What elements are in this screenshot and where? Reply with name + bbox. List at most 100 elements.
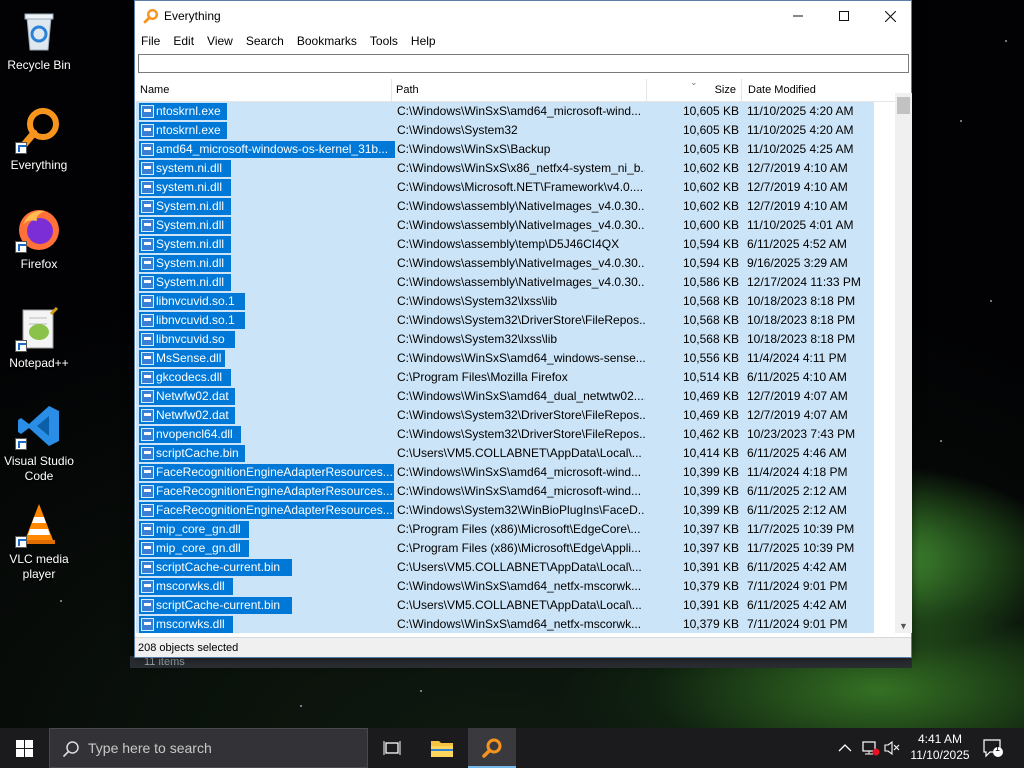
file-row[interactable]: amd64_microsoft-windows-os-kernel_31b...… <box>136 140 896 159</box>
file-row[interactable]: mscorwks.dll C:\Windows\WinSxS\amd64_netf… <box>136 615 896 633</box>
file-date-modified: 11/10/2025 4:25 AM <box>747 142 854 156</box>
file-row[interactable]: FaceRecognitionEngineAdapterResources...… <box>136 463 896 482</box>
file-date-modified: 10/18/2023 8:18 PM <box>747 313 856 327</box>
menu-search[interactable]: Search <box>246 34 284 48</box>
file-size: 10,602 KB <box>682 180 739 194</box>
file-name: mip_core_gn.dll <box>156 522 241 536</box>
recycle-bin-icon <box>15 6 63 54</box>
file-row[interactable]: libnvcuvid.so.1 C:\Windows\System32\lxss\… <box>136 292 896 311</box>
vertical-scrollbar[interactable]: ▼ <box>895 93 912 633</box>
volume-button[interactable] <box>884 728 900 768</box>
file-path: C:\Windows\assembly\NativeImages_v4.0.30… <box>397 275 645 289</box>
file-row[interactable]: libnvcuvid.so.1 C:\Windows\System32\Drive… <box>136 311 896 330</box>
desktop-icon-vlc[interactable]: VLC media player <box>2 500 76 582</box>
file-path: C:\Windows\System32\lxss\lib <box>397 294 558 308</box>
file-row[interactable]: System.ni.dll C:\Windows\assembly\NativeI… <box>136 216 896 235</box>
column-header-path[interactable]: Path <box>392 79 647 101</box>
file-row[interactable]: system.ni.dll C:\Windows\WinSxS\x86_netfx… <box>136 159 896 178</box>
action-center-button[interactable]: 1 <box>982 728 1004 768</box>
column-header-date-modified[interactable]: Date Modified <box>742 79 896 101</box>
file-row[interactable]: Netwfw02.dat C:\Windows\System32\DriverSt… <box>136 406 896 425</box>
file-row[interactable]: mip_core_gn.dll C:\Program Files (x86)\Mi… <box>136 539 896 558</box>
minimize-button[interactable] <box>775 1 821 31</box>
desktop-icon-label: Visual Studio Code <box>4 454 74 483</box>
file-row[interactable]: MsSense.dll C:\Windows\WinSxS\amd64_windo… <box>136 349 896 368</box>
file-path: C:\Windows\WinSxS\amd64_dual_netwtw02...… <box>397 389 645 403</box>
file-explorer-button[interactable] <box>418 728 466 768</box>
file-name: MsSense.dll <box>156 351 222 365</box>
file-row[interactable]: gkcodecs.dll C:\Program Files\Mozilla Fir… <box>136 368 896 387</box>
file-date-modified: 11/4/2024 4:18 PM <box>747 465 848 479</box>
file-path: C:\Windows\WinSxS\amd64_windows-sense... <box>397 351 645 365</box>
scroll-down-arrow-icon[interactable]: ▼ <box>899 621 908 631</box>
file-row[interactable]: mip_core_gn.dll C:\Program Files (x86)\Mi… <box>136 520 896 539</box>
start-button[interactable] <box>0 728 48 768</box>
search-input[interactable] <box>138 54 909 73</box>
file-path: C:\Windows\WinSxS\amd64_microsoft-wind..… <box>397 104 642 118</box>
menu-bookmarks[interactable]: Bookmarks <box>297 34 357 48</box>
everything-taskbar-button[interactable] <box>468 728 516 768</box>
file-path: C:\Windows\WinSxS\amd64_netfx-mscorwk... <box>397 579 642 593</box>
task-view-button[interactable] <box>368 728 416 768</box>
file-path: C:\Windows\WinSxS\amd64_netfx-mscorwk... <box>397 617 642 631</box>
close-button[interactable] <box>867 1 913 31</box>
file-row[interactable]: Netwfw02.dat C:\Windows\WinSxS\amd64_dual… <box>136 387 896 406</box>
file-date-modified: 6/11/2025 2:12 AM <box>747 503 847 517</box>
title-bar[interactable]: Everything <box>135 1 911 31</box>
file-row[interactable]: System.ni.dll C:\Windows\assembly\NativeI… <box>136 197 896 216</box>
file-size: 10,379 KB <box>682 579 739 593</box>
file-row[interactable]: FaceRecognitionEngineAdapterResources...… <box>136 501 896 520</box>
menu-file[interactable]: File <box>141 34 160 48</box>
taskbar-search-box[interactable]: Type here to search <box>49 728 368 768</box>
show-hidden-icons-button[interactable] <box>838 728 852 768</box>
menu-view[interactable]: View <box>207 34 233 48</box>
file-row[interactable]: FaceRecognitionEngineAdapterResources...… <box>136 482 896 501</box>
file-row[interactable]: nvopencl64.dll C:\Windows\System32\Driver… <box>136 425 896 444</box>
file-row[interactable]: mscorwks.dll C:\Windows\WinSxS\amd64_netf… <box>136 577 896 596</box>
desktop-icon-label: VLC media player <box>9 552 69 581</box>
network-button[interactable] <box>862 728 880 768</box>
task-view-icon <box>383 741 401 755</box>
desktop-icon-everything[interactable]: Everything <box>2 106 76 173</box>
file-row[interactable]: System.ni.dll C:\Windows\assembly\NativeI… <box>136 273 896 292</box>
file-icon <box>141 105 154 118</box>
file-row[interactable]: scriptCache-current.bin C:\Users\VM5.COLL… <box>136 596 896 615</box>
file-name: libnvcuvid.so.1 <box>156 313 235 327</box>
scrollbar-thumb[interactable] <box>897 97 910 114</box>
chevron-up-icon <box>838 744 852 752</box>
file-row[interactable]: scriptCache-current.bin C:\Users\VM5.COLL… <box>136 558 896 577</box>
file-icon <box>141 143 154 156</box>
maximize-button[interactable] <box>821 1 867 31</box>
file-list[interactable]: ntoskrnl.exe C:\Windows\WinSxS\amd64_micr… <box>136 102 896 633</box>
everything-window[interactable]: Everything File Edit View Search Bookmar… <box>134 0 912 658</box>
status-bar: 208 objects selected <box>135 637 911 657</box>
file-name: mscorwks.dll <box>156 579 225 593</box>
file-icon <box>141 124 154 137</box>
desktop-icon-recycle-bin[interactable]: Recycle Bin <box>2 6 76 73</box>
file-size: 10,594 KB <box>682 237 739 251</box>
file-row[interactable]: scriptCache.bin C:\Users\VM5.COLLABNET\Ap… <box>136 444 896 463</box>
file-row[interactable]: ntoskrnl.exe C:\Windows\System32 10,605 KB… <box>136 121 896 140</box>
windows-logo-icon <box>15 739 33 757</box>
file-row[interactable]: ntoskrnl.exe C:\Windows\WinSxS\amd64_micr… <box>136 102 896 121</box>
file-row[interactable]: System.ni.dll C:\Windows\assembly\temp\D5… <box>136 235 896 254</box>
shortcut-arrow-icon <box>15 340 27 352</box>
menu-help[interactable]: Help <box>411 34 436 48</box>
file-date-modified: 9/16/2025 3:29 AM <box>747 256 848 270</box>
desktop-icon-label: Firefox <box>20 257 58 271</box>
menu-tools[interactable]: Tools <box>370 34 398 48</box>
file-row[interactable]: System.ni.dll C:\Windows\assembly\NativeI… <box>136 254 896 273</box>
file-icon <box>141 314 154 327</box>
column-header-name[interactable]: Name <box>136 79 392 101</box>
menu-edit[interactable]: Edit <box>173 34 194 48</box>
desktop-icon-notepadpp[interactable]: Notepad++ <box>2 304 76 371</box>
clock[interactable]: 4:41 AM 11/10/2025 <box>904 731 976 763</box>
file-row[interactable]: libnvcuvid.so C:\Windows\System32\lxss\li… <box>136 330 896 349</box>
file-size: 10,602 KB <box>682 161 739 175</box>
menu-bar: File Edit View Search Bookmarks Tools He… <box>135 31 911 51</box>
file-row[interactable]: system.ni.dll C:\Windows\Microsoft.NET\Fr… <box>136 178 896 197</box>
file-icon <box>141 409 154 422</box>
desktop-icon-vscode[interactable]: Visual Studio Code <box>2 402 76 484</box>
desktop-icon-firefox[interactable]: Firefox <box>2 205 76 272</box>
wallpaper-star <box>960 120 962 122</box>
